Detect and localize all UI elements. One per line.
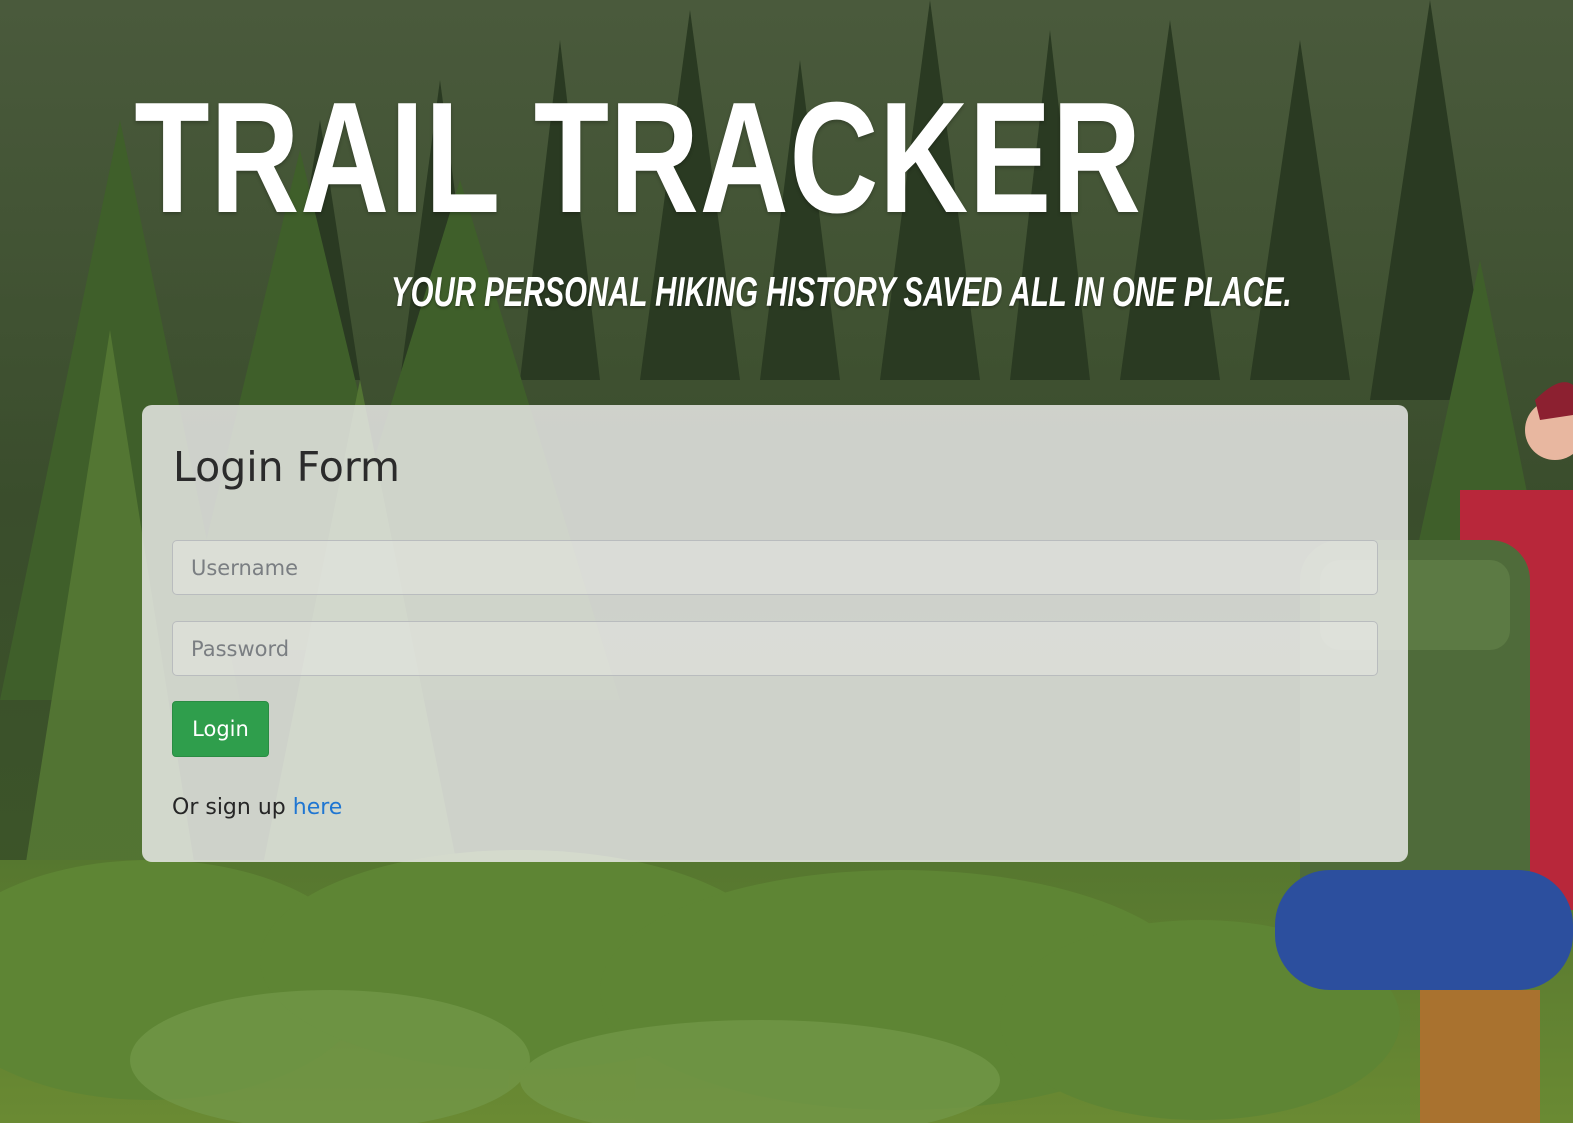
login-button[interactable]: Login	[172, 701, 269, 757]
login-form-heading: Login Form	[173, 443, 400, 491]
signup-prefix-text: Or sign up	[172, 795, 286, 820]
signup-link[interactable]: here	[293, 795, 343, 820]
password-input[interactable]	[172, 621, 1378, 676]
username-input[interactable]	[172, 540, 1378, 595]
app-tagline: YOUR PERSONAL HIKING HISTORY SAVED ALL I…	[391, 268, 1292, 315]
login-card: Login Form Login Or sign up here	[142, 405, 1408, 862]
app-title: TRAIL TRACKER	[134, 70, 1142, 246]
signup-prompt: Or sign up here	[172, 792, 342, 824]
